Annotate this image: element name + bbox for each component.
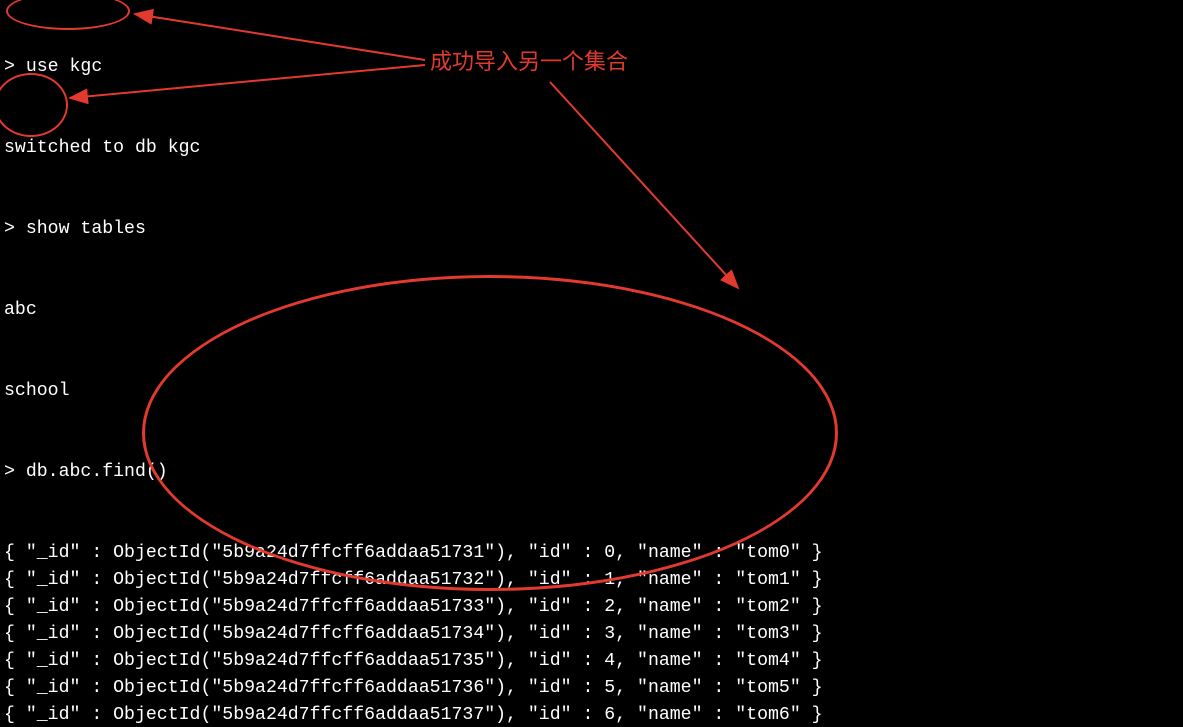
- cmd-show-tables: > show tables: [4, 216, 1179, 243]
- result-row: { "_id" : ObjectId("5b9a24d7ffcff6addaa5…: [4, 567, 1179, 594]
- cmd-find: > db.abc.find(): [4, 459, 1179, 486]
- result-row: { "_id" : ObjectId("5b9a24d7ffcff6addaa5…: [4, 702, 1179, 727]
- output-table-abc: abc: [4, 297, 1179, 324]
- terminal-output[interactable]: > use kgc switched to db kgc > show tabl…: [0, 0, 1183, 727]
- output-table-school: school: [4, 378, 1179, 405]
- result-row: { "_id" : ObjectId("5b9a24d7ffcff6addaa5…: [4, 648, 1179, 675]
- result-rows: { "_id" : ObjectId("5b9a24d7ffcff6addaa5…: [4, 540, 1179, 727]
- output-switched: switched to db kgc: [4, 135, 1179, 162]
- result-row: { "_id" : ObjectId("5b9a24d7ffcff6addaa5…: [4, 540, 1179, 567]
- result-row: { "_id" : ObjectId("5b9a24d7ffcff6addaa5…: [4, 594, 1179, 621]
- result-row: { "_id" : ObjectId("5b9a24d7ffcff6addaa5…: [4, 675, 1179, 702]
- cmd-use-kgc: > use kgc: [4, 54, 1179, 81]
- result-row: { "_id" : ObjectId("5b9a24d7ffcff6addaa5…: [4, 621, 1179, 648]
